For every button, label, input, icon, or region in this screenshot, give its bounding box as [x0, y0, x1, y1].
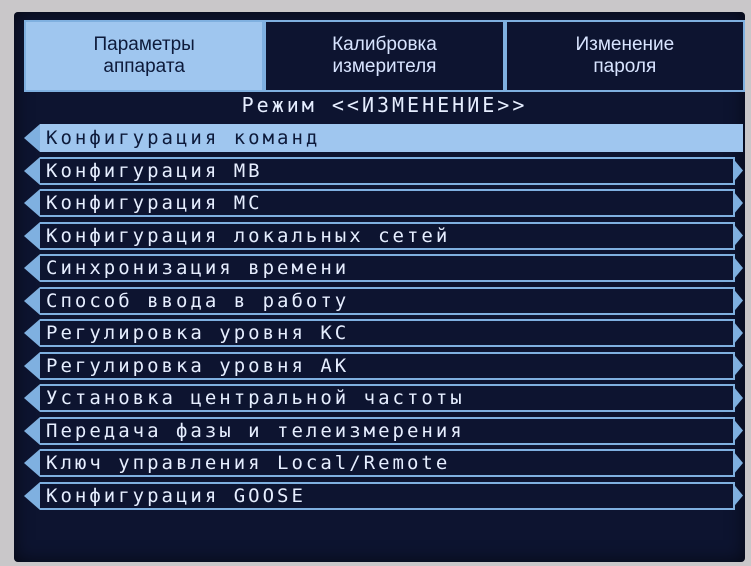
menu-item-label: Способ ввода в работу — [46, 289, 350, 312]
arrow-left-icon — [24, 156, 40, 185]
menu-item-lan-config[interactable]: Конфигурация локальных сетей — [24, 221, 743, 250]
arrow-right-icon — [733, 223, 743, 248]
menu-item-ak-level[interactable]: Регулировка уровня АК — [24, 351, 743, 380]
menu-item-center-frequency[interactable]: Установка центральной частоты — [24, 384, 743, 412]
arrow-right-icon — [733, 256, 743, 280]
tab-change-password[interactable]: Изменение пароля — [504, 20, 745, 92]
menu-item-label: Конфигурация локальных сетей — [46, 224, 451, 247]
menu-item-ms-config[interactable]: Конфигурация МС — [24, 189, 743, 217]
menu-item-label: Передача фазы и телеизмерения — [46, 419, 465, 442]
arrow-right-icon — [733, 418, 743, 443]
menu-item-ks-level[interactable]: Регулировка уровня КС — [24, 319, 743, 347]
arrow-right-icon — [733, 158, 743, 183]
arrow-left-icon — [24, 384, 40, 412]
menu-item-commissioning-method[interactable]: Способ ввода в работу — [24, 286, 743, 315]
menu-item-phase-telemetry[interactable]: Передача фазы и телеизмерения — [24, 416, 743, 445]
menu-item-label: Конфигурация МВ — [46, 159, 263, 182]
device-screen: Параметры аппарата Калибровка измерителя… — [14, 12, 745, 562]
menu-item-goose-config[interactable]: Конфигурация GOOSE — [24, 481, 743, 510]
menu-item-time-sync[interactable]: Синхронизация времени — [24, 254, 743, 282]
arrow-left-icon — [24, 286, 40, 315]
arrow-left-icon — [24, 124, 40, 152]
arrow-left-icon — [24, 449, 40, 477]
menu-item-mv-config[interactable]: Конфигурация МВ — [24, 156, 743, 185]
arrow-right-icon — [733, 321, 743, 345]
arrow-right-icon — [733, 191, 743, 215]
menu-item-label: Конфигурация МС — [46, 192, 263, 214]
arrow-left-icon — [24, 319, 40, 347]
arrow-right-icon — [733, 451, 743, 475]
tab-meter-calibration[interactable]: Калибровка измерителя — [264, 20, 505, 92]
menu-item-label: Синхронизация времени — [46, 257, 350, 279]
arrow-left-icon — [24, 351, 40, 380]
arrow-left-icon — [24, 189, 40, 217]
tab-bar: Параметры аппарата Калибровка измерителя… — [24, 20, 745, 92]
menu-item-commands-config[interactable]: Конфигурация команд — [24, 124, 743, 152]
menu-item-local-remote-key[interactable]: Ключ управления Local/Remote — [24, 449, 743, 477]
arrow-left-icon — [24, 221, 40, 250]
settings-menu: Конфигурация команд Конфигурация МВ Конф… — [14, 124, 745, 514]
arrow-right-icon — [733, 288, 743, 313]
tab-device-parameters[interactable]: Параметры аппарата — [24, 20, 265, 92]
menu-item-label: Регулировка уровня КС — [46, 322, 350, 344]
arrow-right-icon — [733, 386, 743, 410]
menu-item-label: Ключ управления Local/Remote — [46, 452, 451, 474]
arrow-left-icon — [24, 416, 40, 445]
arrow-right-icon — [733, 353, 743, 378]
mode-title: Режим <<ИЗМЕНЕНИЕ>> — [241, 93, 528, 117]
menu-item-label: Установка центральной частоты — [46, 387, 465, 409]
arrow-left-icon — [24, 254, 40, 282]
arrow-right-icon — [733, 483, 743, 508]
menu-item-label: Конфигурация команд — [46, 127, 321, 149]
menu-item-label: Конфигурация GOOSE — [46, 484, 306, 507]
menu-item-label: Регулировка уровня АК — [46, 354, 350, 377]
arrow-left-icon — [24, 481, 40, 510]
